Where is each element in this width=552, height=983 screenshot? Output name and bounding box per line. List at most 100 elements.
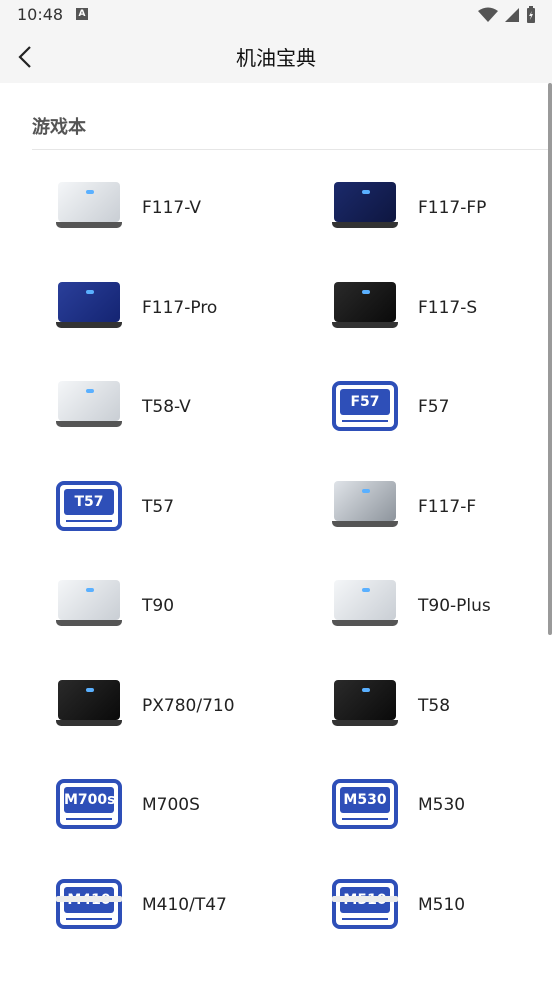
- battery-icon: [527, 6, 535, 23]
- laptop-thumbnail: [56, 280, 122, 332]
- laptop-thumbnail: [56, 678, 122, 730]
- laptop-model-label: F117-S: [418, 297, 478, 318]
- laptop-model-label: T90-Plus: [418, 596, 491, 616]
- laptop-model-label: T90: [142, 596, 175, 616]
- laptop-lid: [334, 182, 396, 222]
- brand-logo-icon: [362, 588, 370, 592]
- model-badge: M510: [332, 878, 398, 929]
- laptop-thumbnail: [332, 280, 398, 332]
- badge-bar: [66, 519, 112, 522]
- laptop-lid: [58, 381, 120, 421]
- laptop-item[interactable]: T90: [56, 558, 332, 657]
- laptop-item[interactable]: PX780/710: [56, 658, 332, 757]
- badge-text: M700s: [64, 787, 116, 813]
- laptop-base: [56, 620, 122, 626]
- section-divider: [32, 149, 552, 150]
- page-title: 机油宝典: [236, 46, 316, 70]
- laptop-base: [332, 321, 398, 328]
- badge-bar: [66, 818, 112, 820]
- laptop-lid: [334, 580, 396, 620]
- laptop-base: [332, 719, 398, 726]
- laptop-item[interactable]: M510 M510: [332, 857, 552, 956]
- laptop-lid: [334, 281, 396, 322]
- laptop-base: [56, 321, 122, 328]
- laptop-base: [332, 520, 398, 527]
- laptop-item[interactable]: F117-V: [56, 160, 332, 259]
- laptop-item[interactable]: M410 M410/T47: [56, 857, 332, 956]
- model-badge: T57: [56, 480, 122, 531]
- laptop-lid: [58, 580, 120, 620]
- laptop-thumbnail: [56, 379, 122, 431]
- laptop-base: [332, 620, 398, 626]
- laptop-item[interactable]: F117-Pro: [56, 260, 332, 359]
- badge-bar: [342, 917, 388, 920]
- laptop-lid: [334, 480, 396, 521]
- laptop-item[interactable]: M700s M700S: [56, 757, 332, 856]
- badge-bar: [342, 818, 388, 820]
- brand-logo-icon: [362, 488, 370, 493]
- laptop-model-label: T58-V: [142, 397, 191, 417]
- laptop-item[interactable]: T57 T57: [56, 459, 332, 558]
- laptop-lid: [334, 679, 396, 720]
- laptop-thumbnail: [332, 479, 398, 531]
- laptop-thumbnail: [332, 578, 398, 630]
- laptop-base: [56, 222, 122, 228]
- laptop-thumbnail: [56, 578, 122, 630]
- laptop-item[interactable]: M530 M530: [332, 757, 552, 856]
- laptop-item[interactable]: T90-Plus: [332, 558, 552, 657]
- laptop-base: [56, 719, 122, 726]
- badge-text: M530: [340, 787, 390, 813]
- laptop-item[interactable]: F117-F: [332, 459, 552, 558]
- laptop-thumbnail: [332, 180, 398, 232]
- laptop-model-label: M510: [418, 894, 466, 915]
- model-badge: F57: [332, 381, 398, 431]
- status-icons: [478, 6, 536, 24]
- brand-logo-icon: [362, 289, 370, 294]
- brand-logo-icon: [86, 687, 94, 692]
- laptop-item[interactable]: T58-V: [56, 359, 332, 458]
- model-badge: M410: [56, 878, 122, 929]
- laptop-thumbnail: [332, 678, 398, 730]
- main-content: 游戏本 F117-V F117-FP F117-Pro F117-S T58-V F57 F…: [0, 83, 552, 983]
- badge-text: F57: [340, 389, 390, 415]
- laptop-item[interactable]: T58: [332, 658, 552, 757]
- brand-logo-icon: [86, 588, 94, 592]
- brand-logo-icon: [362, 687, 370, 692]
- laptop-model-label: F117-FP: [418, 198, 487, 218]
- model-badge: M700s: [56, 779, 122, 829]
- laptop-item[interactable]: F57 F57: [332, 359, 552, 458]
- laptop-model-label: PX780/710: [142, 695, 235, 716]
- laptop-model-label: F117-V: [142, 198, 201, 218]
- notification-icon: A: [76, 8, 88, 20]
- laptop-model-label: T57: [142, 496, 175, 517]
- badge-bar: [342, 420, 388, 422]
- app-header: 机油宝典: [0, 30, 552, 83]
- brand-logo-icon: [86, 289, 94, 294]
- laptop-thumbnail: F57: [332, 379, 398, 431]
- laptop-thumbnail: M700s: [56, 777, 122, 829]
- laptop-model-label: M700S: [142, 795, 200, 815]
- laptop-thumbnail: T57: [56, 479, 122, 531]
- laptop-model-label: F57: [418, 397, 450, 417]
- laptop-model-label: F117-Pro: [142, 297, 218, 318]
- laptop-item[interactable]: F117-FP: [332, 160, 552, 259]
- laptop-model-label: M530: [418, 795, 466, 815]
- partial-thumbnail: [56, 896, 122, 902]
- laptop-model-label: T58: [418, 695, 451, 716]
- laptop-thumbnail: M510: [332, 877, 398, 929]
- laptop-item[interactable]: F117-S: [332, 260, 552, 359]
- laptop-thumbnail: M410: [56, 877, 122, 929]
- badge-text: T57: [64, 488, 114, 515]
- laptop-base: [56, 421, 122, 427]
- laptop-thumbnail: M530: [332, 777, 398, 829]
- laptop-model-label: M410/T47: [142, 894, 227, 915]
- status-time: 10:48: [17, 5, 64, 24]
- brand-logo-icon: [86, 389, 94, 393]
- section-title: 游戏本: [32, 117, 86, 138]
- brand-logo-icon: [86, 190, 94, 194]
- laptop-lid: [58, 281, 120, 322]
- laptop-thumbnail: [56, 180, 122, 232]
- laptop-base: [332, 222, 398, 228]
- model-badge: M530: [332, 779, 398, 829]
- status-bar: 10:48 A: [0, 0, 552, 30]
